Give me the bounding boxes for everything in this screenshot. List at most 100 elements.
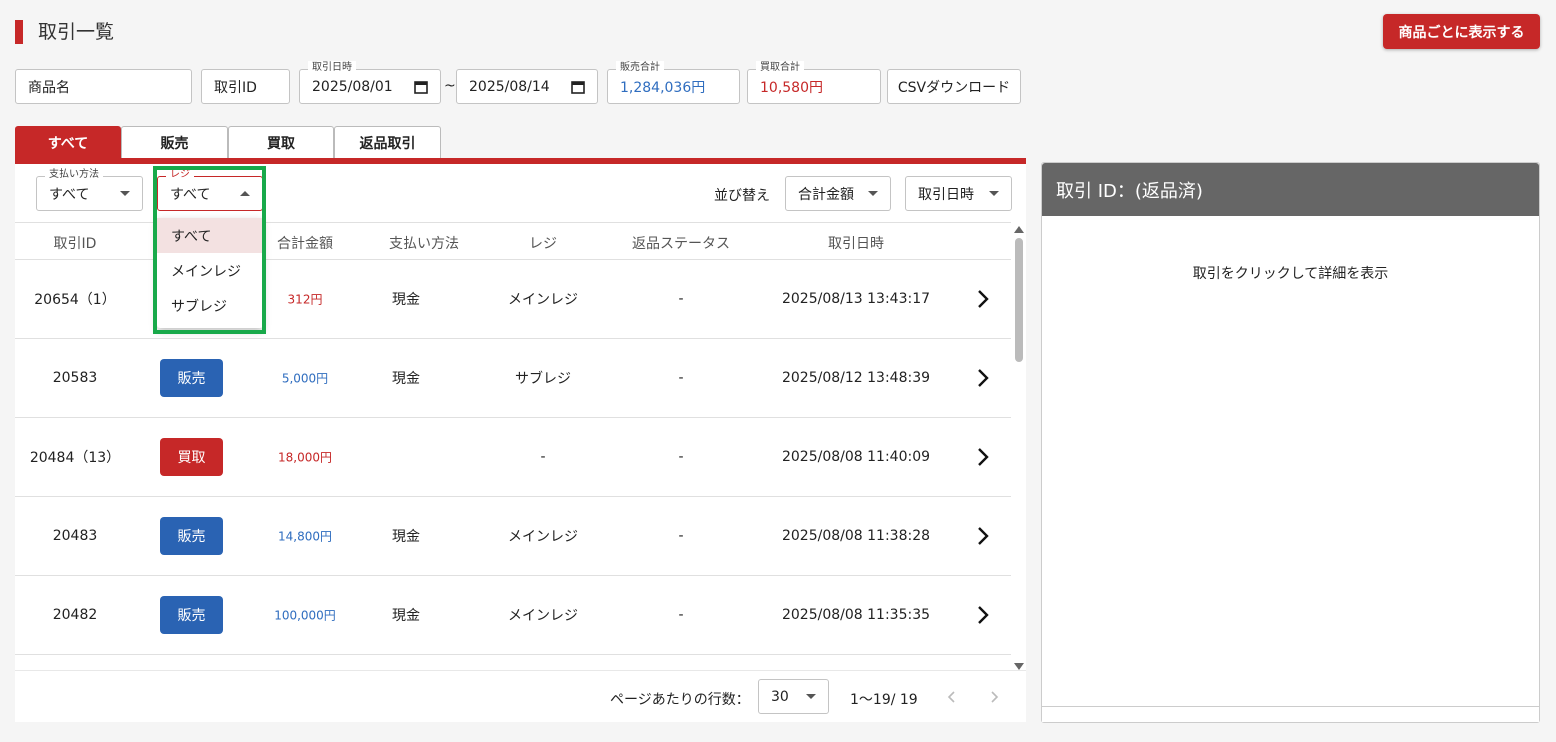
scrollbar-thumb[interactable]: [1015, 238, 1023, 362]
payment-method-select[interactable]: 支払い方法 すべて: [36, 168, 143, 211]
register: メインレジ: [508, 292, 578, 308]
tab-purchase[interactable]: 買取: [228, 126, 334, 158]
chevron-right-icon[interactable]: [973, 526, 993, 546]
return-status: -: [678, 607, 684, 623]
tab-returns[interactable]: 返品取引: [334, 126, 441, 158]
highlight-box: [153, 166, 266, 334]
scroll-down-arrow-icon[interactable]: [1014, 663, 1024, 670]
transaction-id-input[interactable]: 取引ID: [201, 69, 290, 104]
rows-per-page-label: ページあたりの行数：: [610, 692, 750, 708]
chevron-down-icon: [806, 694, 816, 699]
detail-footer: [1042, 706, 1539, 722]
chevron-right-icon[interactable]: [973, 368, 993, 388]
detail-title: 取引 ID：(返品済): [1042, 163, 1539, 216]
column-header[interactable]: 支払い方法: [389, 233, 459, 253]
prev-page-icon[interactable]: [945, 690, 959, 704]
total-amount: 14,800円: [278, 529, 332, 544]
tab-all[interactable]: すべて: [15, 126, 121, 158]
csv-download-button[interactable]: CSVダウンロード: [887, 69, 1021, 104]
payment-method: 現金: [392, 371, 420, 387]
rows-per-page-select[interactable]: 30: [758, 679, 829, 714]
sort-order-select[interactable]: 取引日時: [905, 176, 1012, 211]
transaction-datetime: 2025/08/12 13:48:39: [781, 370, 931, 386]
type-badge-sale: 販売: [160, 359, 223, 397]
column-header[interactable]: レジ: [529, 233, 557, 253]
calendar-icon[interactable]: [571, 80, 585, 94]
type-badge-sale: 販売: [160, 517, 223, 555]
pagination-bar: ページあたりの行数： 30 1〜19/ 19: [15, 670, 1026, 722]
purchase-total-label: 買取合計: [756, 61, 804, 75]
date-from-value: 2025/08/01: [312, 78, 393, 95]
chevron-down-icon: [120, 191, 130, 196]
chevron-right-icon[interactable]: [973, 289, 993, 309]
csv-download-label: CSVダウンロード: [897, 79, 1011, 96]
transaction-id: 20482: [52, 607, 98, 623]
transaction-id: 20484（13）: [29, 450, 121, 466]
return-status: -: [678, 528, 684, 544]
product-name-input[interactable]: 商品名: [15, 69, 192, 104]
date-separator: ~: [444, 78, 456, 94]
product-name-placeholder: 商品名: [28, 79, 70, 96]
register: メインレジ: [508, 529, 578, 545]
payment-method: 現金: [392, 608, 420, 624]
payment-method: 現金: [392, 529, 420, 545]
scroll-up-arrow-icon[interactable]: [1014, 226, 1024, 233]
purchase-total-field: 買取合計 10,580円: [747, 61, 881, 104]
column-header[interactable]: 返品ステータス: [632, 233, 730, 253]
chevron-right-icon[interactable]: [973, 605, 993, 625]
title-accent-bar: [15, 20, 23, 44]
sort-order-value: 取引日時: [918, 186, 974, 203]
date-label: 取引日時: [308, 61, 356, 75]
tab-sales[interactable]: 販売: [121, 126, 228, 158]
date-to-field[interactable]: 2025/08/14: [456, 69, 598, 104]
calendar-icon[interactable]: [414, 80, 428, 94]
sales-total-value: 1,284,036円: [620, 79, 706, 96]
chevron-right-icon[interactable]: [973, 447, 993, 467]
sales-total-label: 販売合計: [616, 61, 664, 75]
transaction-datetime: 2025/08/13 13:43:17: [781, 291, 931, 307]
sort-field-value: 合計金額: [798, 186, 854, 203]
payment-method: 現金: [392, 292, 420, 308]
transaction-id: 20654（1）: [34, 292, 116, 308]
table-row[interactable]: 20484（13） 買取 18,000円 - - 2025/08/08 11:4…: [15, 418, 1011, 497]
chevron-down-icon: [989, 191, 999, 196]
return-status: -: [678, 291, 684, 307]
transaction-id: 20583: [52, 370, 98, 386]
register: サブレジ: [515, 371, 571, 387]
register: メインレジ: [508, 608, 578, 624]
type-badge-sale: 販売: [160, 596, 223, 634]
column-header[interactable]: 取引日時: [828, 233, 884, 253]
register: -: [540, 449, 546, 465]
return-status: -: [678, 449, 684, 465]
transaction-datetime: 2025/08/08 11:38:28: [781, 528, 931, 544]
sales-total-field: 販売合計 1,284,036円: [607, 61, 740, 104]
column-header[interactable]: 取引ID: [54, 233, 97, 253]
show-by-product-button[interactable]: 商品ごとに表示する: [1383, 14, 1540, 49]
page-range: 1〜19/ 19: [850, 692, 918, 708]
next-page-icon[interactable]: [987, 690, 1001, 704]
date-from-field[interactable]: 取引日時 2025/08/01: [299, 61, 441, 104]
rows-per-page-value: 30: [771, 688, 789, 705]
transaction-id-placeholder: 取引ID: [214, 79, 257, 96]
detail-hint: 取引をクリックして詳細を表示: [1192, 266, 1389, 282]
transaction-datetime: 2025/08/08 11:35:35: [781, 607, 931, 623]
total-amount: 312円: [287, 292, 323, 307]
total-amount: 5,000円: [281, 371, 329, 386]
table-row[interactable]: 20583 販売 5,000円 現金 サブレジ - 2025/08/12 13:…: [15, 339, 1011, 418]
return-status: -: [678, 370, 684, 386]
column-header[interactable]: 合計金額: [277, 233, 333, 253]
table-row[interactable]: 20482 販売 100,000円 現金 メインレジ - 2025/08/08 …: [15, 576, 1011, 655]
transaction-detail-panel: 取引 ID：(返品済) 取引をクリックして詳細を表示: [1041, 162, 1540, 723]
sort-label: 並び替え: [714, 188, 770, 204]
transaction-datetime: 2025/08/08 11:40:09: [781, 449, 931, 465]
total-amount: 100,000円: [274, 608, 336, 623]
sort-field-select[interactable]: 合計金額: [785, 176, 891, 211]
payment-method-label: 支払い方法: [45, 168, 103, 182]
table-scrollbar[interactable]: [1012, 226, 1026, 670]
date-to-value: 2025/08/14: [469, 78, 550, 95]
payment-method-value: すべて: [49, 186, 90, 203]
chevron-down-icon: [868, 191, 878, 196]
total-amount: 18,000円: [278, 450, 332, 465]
type-badge-purchase: 買取: [160, 438, 223, 476]
table-row[interactable]: 20483 販売 14,800円 現金 メインレジ - 2025/08/08 1…: [15, 497, 1011, 576]
